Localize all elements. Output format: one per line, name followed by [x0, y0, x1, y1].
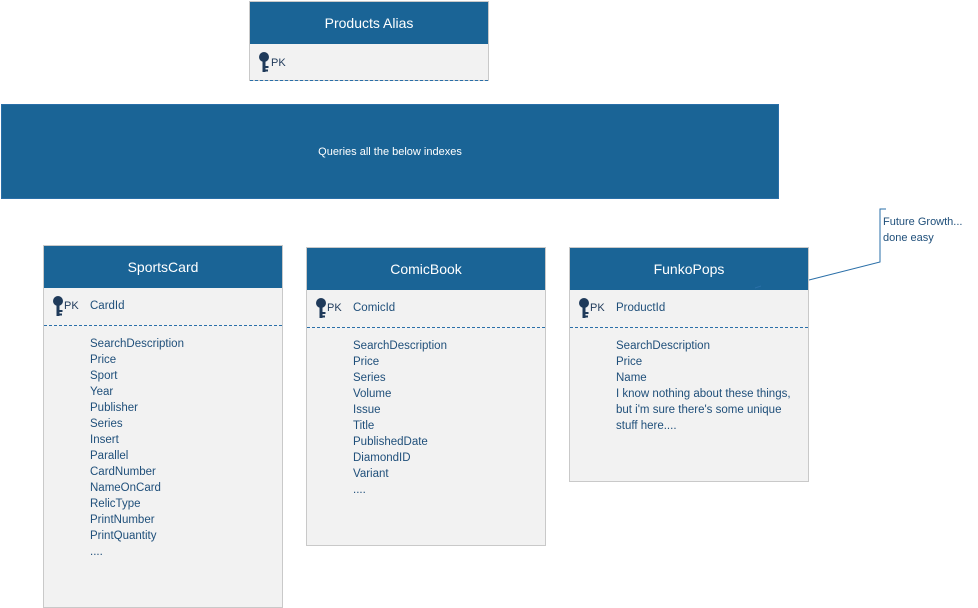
entity-products-alias[interactable]: Products Alias PK [249, 1, 489, 81]
field-item: Series [353, 372, 386, 384]
entity-sportscard[interactable]: SportsCard PK CardId SearchDescription P… [43, 245, 283, 608]
field-item: Volume [353, 388, 392, 400]
field-item: RelicType [90, 498, 141, 510]
entity-title: SportsCard [127, 259, 199, 275]
entity-title: Products Alias [324, 15, 414, 31]
field-item: I know nothing about these things, but i… [616, 388, 791, 432]
field-item: Variant [353, 468, 389, 480]
pk-field: ProductId [616, 302, 666, 314]
entity-title: ComicBook [390, 261, 462, 277]
field-item: Name [616, 372, 647, 384]
field-item: NameOnCard [90, 482, 161, 494]
field-item: Series [90, 418, 123, 430]
field-item: Parallel [90, 450, 129, 462]
key-icon [316, 298, 326, 318]
entity-funkopops[interactable]: FunkoPops PK ProductId SearchDescription… [569, 247, 809, 482]
entity-comicbook[interactable]: ComicBook PK ComicId SearchDescription P… [306, 247, 546, 546]
field-item: Insert [90, 434, 119, 446]
key-icon [579, 298, 589, 318]
entity-header-products-alias: Products Alias [250, 2, 488, 44]
entity-title: FunkoPops [653, 261, 725, 277]
pk-field: ComicId [353, 302, 396, 314]
pk-row: PK [250, 44, 488, 81]
entity-header-sportscard: SportsCard [44, 246, 282, 288]
pk-row: PK ComicId [307, 290, 545, 328]
field-item: Price [353, 356, 380, 368]
field-item: Title [353, 420, 375, 432]
annotation-bracket [808, 208, 886, 281]
pk-row: PK ProductId [570, 290, 808, 328]
field-item: DiamondID [353, 452, 411, 464]
banner-text: Queries all the below indexes [318, 145, 462, 158]
annotation-note: Future Growth... done easy [883, 216, 963, 244]
field-item: Publisher [90, 402, 138, 414]
key-icon [53, 296, 63, 316]
field-item: PrintNumber [90, 514, 155, 526]
field-list: SearchDescription Price Name I know noth… [616, 338, 801, 434]
pk-label: PK [590, 302, 605, 314]
field-item: SearchDescription [90, 338, 184, 350]
key-icon [259, 52, 269, 72]
pk-label: PK [64, 300, 79, 312]
pk-label: PK [327, 302, 342, 314]
field-item: Year [90, 386, 114, 398]
field-item: Price [616, 356, 643, 368]
field-item: PrintQuantity [90, 530, 157, 542]
pk-label: PK [271, 57, 286, 69]
field-item: Sport [90, 370, 118, 382]
query-banner[interactable]: Queries all the below indexes [1, 104, 779, 199]
pk-field: CardId [90, 300, 125, 312]
field-item: Price [90, 354, 117, 366]
field-list: SearchDescription Price Series Volume Is… [353, 338, 538, 498]
field-item: SearchDescription [353, 340, 447, 352]
field-item: .... [90, 546, 103, 558]
field-item: CardNumber [90, 466, 156, 478]
field-item: SearchDescription [616, 340, 710, 352]
pk-row: PK CardId [44, 288, 282, 326]
entity-header-funkopops: FunkoPops [570, 248, 808, 290]
field-item: .... [353, 484, 366, 496]
field-item: Issue [353, 404, 381, 416]
entity-header-comicbook: ComicBook [307, 248, 545, 290]
field-list: SearchDescription Price Sport Year Publi… [90, 336, 275, 560]
field-item: PublishedDate [353, 436, 428, 448]
